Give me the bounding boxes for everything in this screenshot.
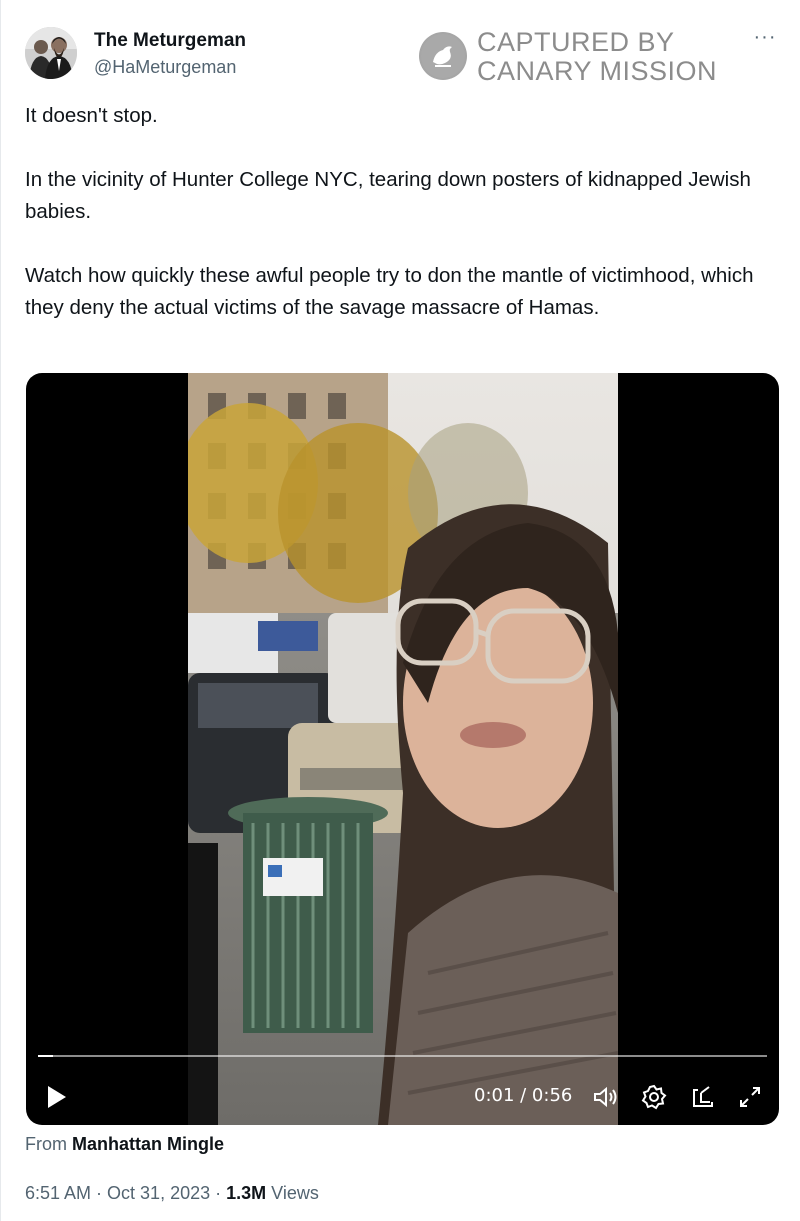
tweet-text: It doesn't stop. In the vicinity of Hunt…: [25, 100, 785, 356]
picture-in-picture-icon[interactable]: [689, 1083, 717, 1111]
tweet-paragraph: In the vicinity of Hunter College NYC, t…: [25, 168, 751, 223]
canary-logo-icon: [419, 32, 467, 80]
more-options-icon[interactable]: ···: [749, 27, 781, 52]
settings-icon[interactable]: [640, 1083, 668, 1111]
video-player[interactable]: 0:01 / 0:56: [26, 373, 779, 1125]
volume-icon[interactable]: [591, 1083, 619, 1111]
author-name[interactable]: The Meturgeman: [94, 30, 246, 52]
views-count: 1.3M: [226, 1183, 267, 1203]
watermark-line-1: CAPTURED BY: [477, 27, 675, 57]
tweet-paragraph: Watch how quickly these awful people try…: [25, 264, 754, 319]
video-progress-bar[interactable]: [38, 1055, 767, 1057]
fullscreen-icon[interactable]: [736, 1083, 764, 1111]
video-progress-fill: [38, 1055, 53, 1057]
tweet-time[interactable]: 6:51 AM: [25, 1183, 91, 1203]
meta-separator: ·: [91, 1183, 108, 1203]
tweet-date[interactable]: Oct 31, 2023: [107, 1183, 210, 1203]
watermark-line-2: CANARY MISSION: [477, 56, 718, 86]
tweet-meta: 6:51 AM · Oct 31, 2023 · 1.3M Views: [25, 1183, 319, 1204]
views-label: Views: [271, 1183, 319, 1203]
tweet-paragraph: It doesn't stop.: [25, 104, 158, 127]
author-handle[interactable]: @HaMeturgeman: [94, 57, 236, 78]
meta-separator: ·: [210, 1183, 227, 1203]
tweet-card: The Meturgeman @HaMeturgeman CAPTURED BY…: [0, 0, 800, 1221]
video-time: 0:01 / 0:56: [474, 1085, 573, 1106]
play-icon[interactable]: [42, 1083, 70, 1111]
video-frame[interactable]: [188, 373, 618, 1125]
video-source-link[interactable]: Manhattan Mingle: [72, 1134, 224, 1154]
watermark-text: CAPTURED BY CANARY MISSION: [477, 28, 717, 86]
video-source: From Manhattan Mingle: [25, 1134, 224, 1155]
video-source-prefix: From: [25, 1134, 67, 1154]
watermark: CAPTURED BY CANARY MISSION: [419, 28, 729, 86]
avatar[interactable]: [25, 27, 77, 79]
